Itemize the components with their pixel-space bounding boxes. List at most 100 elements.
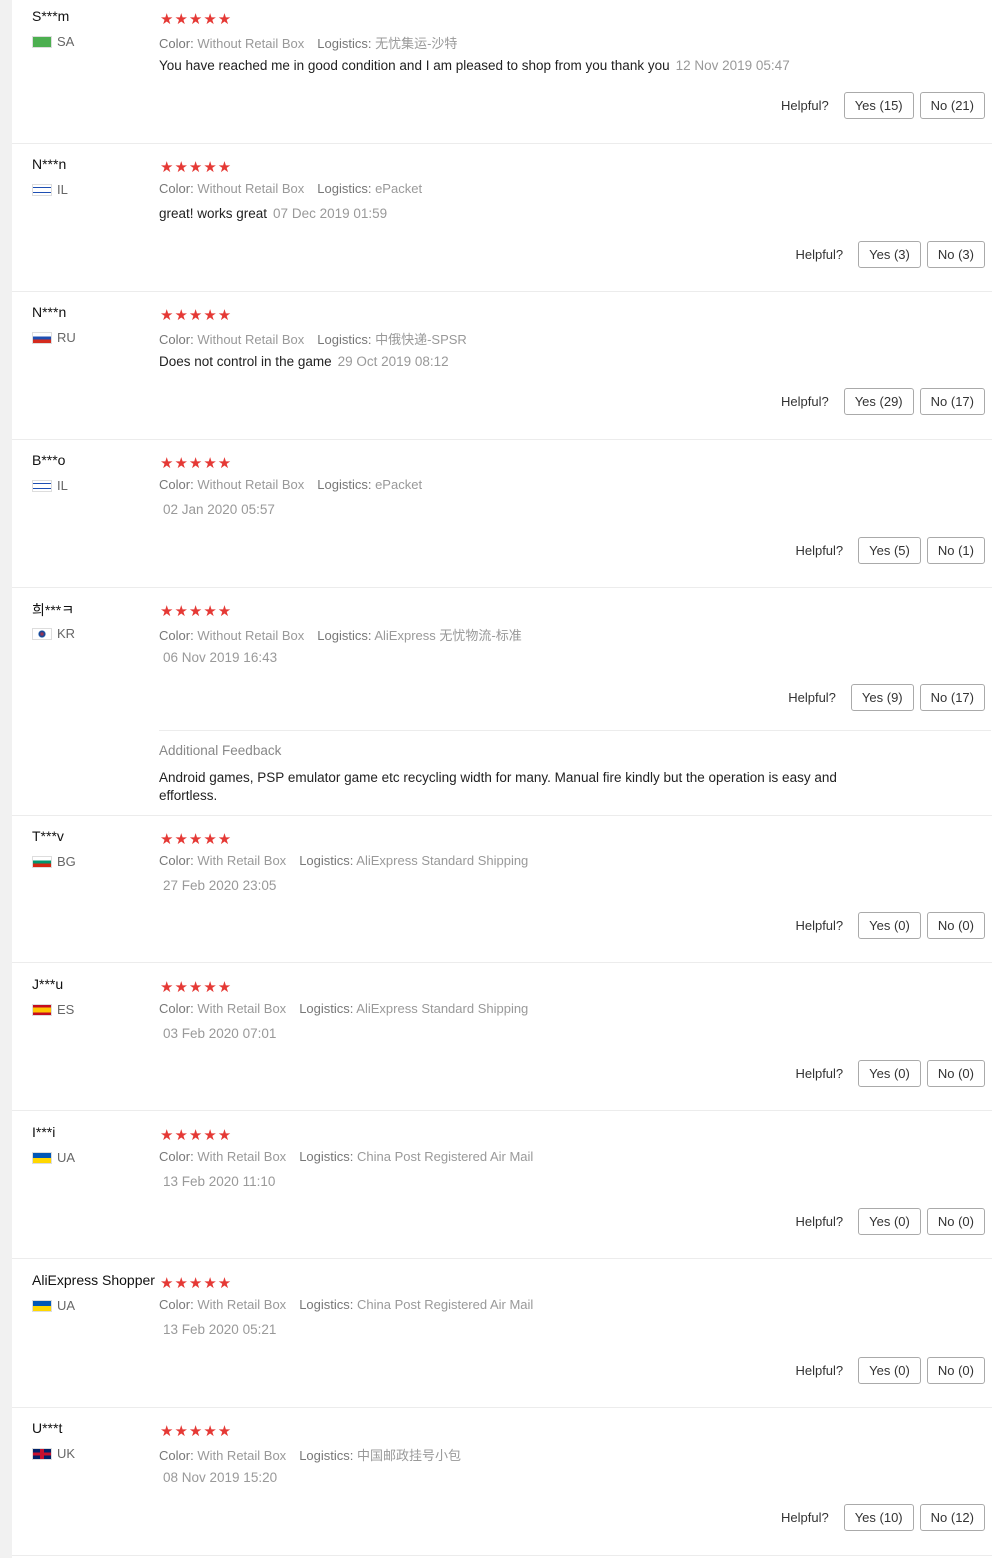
- star-rating: ★★★★★: [160, 307, 233, 324]
- helpful-yes-button[interactable]: Yes (5): [858, 537, 921, 564]
- helpful-no-button[interactable]: No (0): [926, 1357, 985, 1384]
- helpful-label: Helpful?: [795, 543, 844, 558]
- reviewer-country: ES: [32, 1002, 74, 1017]
- star-rating: ★★★★★: [160, 1127, 233, 1144]
- review-item: AliExpress Shopper UA ★★★★★ Color: With …: [12, 1264, 992, 1408]
- review-meta: Color: With Retail Box Logistics: China P…: [159, 1149, 534, 1164]
- reviewer-country: IL: [32, 478, 68, 493]
- star-rating: ★★★★★: [160, 1275, 233, 1292]
- review-date: 08 Nov 2019 15:20: [163, 1470, 278, 1485]
- helpful-yes-button[interactable]: Yes (10): [843, 1504, 914, 1531]
- helpful-controls: Helpful? Yes (0) No (0): [795, 1208, 985, 1235]
- helpful-label: Helpful?: [795, 1363, 844, 1378]
- helpful-no-button[interactable]: No (0): [926, 1060, 985, 1087]
- reviewer-name: S***m: [32, 8, 70, 24]
- flag-icon: [32, 35, 52, 48]
- reviewer-name: 희***ㅋ: [32, 602, 75, 618]
- additional-feedback: Additional Feedback Android games, PSP e…: [159, 730, 991, 805]
- review-text: You have reached me in good condition an…: [159, 58, 790, 73]
- review-text: 13 Feb 2020 05:21: [163, 1322, 276, 1337]
- review-meta: Color: With Retail Box Logistics: AliExpr…: [159, 1001, 529, 1016]
- review-meta: Color: Without Retail Box Logistics: AliE…: [159, 628, 522, 643]
- helpful-no-button[interactable]: No (21): [919, 92, 985, 119]
- helpful-yes-button[interactable]: Yes (0): [858, 1357, 921, 1384]
- review-meta: Color: Without Retail Box Logistics: 中俄快递…: [159, 332, 467, 347]
- additional-feedback-title: Additional Feedback: [159, 743, 282, 758]
- helpful-yes-button[interactable]: Yes (3): [858, 241, 921, 268]
- helpful-no-button[interactable]: No (0): [926, 912, 985, 939]
- review-meta: Color: Without Retail Box Logistics: ePac…: [159, 477, 423, 492]
- star-rating: ★★★★★: [160, 979, 233, 996]
- helpful-label: Helpful?: [781, 394, 829, 409]
- helpful-controls: Helpful? Yes (0) No (0): [795, 912, 985, 939]
- review-text: 03 Feb 2020 07:01: [163, 1026, 276, 1041]
- helpful-controls: Helpful? Yes (29) No (17): [781, 388, 985, 415]
- helpful-yes-button[interactable]: Yes (0): [858, 912, 921, 939]
- flag-icon: [32, 855, 52, 868]
- reviewer-country: BG: [32, 854, 76, 869]
- review-meta: Color: Without Retail Box Logistics: 无忧集运…: [159, 36, 458, 51]
- helpful-label: Helpful?: [795, 247, 844, 262]
- review-item: S***m SA ★★★★★ Color: Without Retail Box…: [12, 0, 992, 144]
- reviewer-name: AliExpress Shopper: [32, 1272, 155, 1288]
- review-item: T***v BG ★★★★★ Color: With Retail Box Log…: [12, 820, 992, 963]
- review-item: I***i UA ★★★★★ Color: With Retail Box Log…: [12, 1116, 992, 1259]
- review-item: N***n RU ★★★★★ Color: Without Retail Box…: [12, 296, 992, 440]
- helpful-controls: Helpful? Yes (10) No (12): [781, 1504, 985, 1531]
- review-text: Does not control in the game 29 Oct 2019 …: [159, 354, 449, 369]
- review-date: 13 Feb 2020 11:10: [163, 1174, 276, 1189]
- review-meta: Color: Without Retail Box Logistics: ePac…: [159, 181, 423, 196]
- helpful-controls: Helpful? Yes (0) No (0): [795, 1357, 985, 1384]
- flag-icon: [32, 1299, 52, 1312]
- reviewer-country: KR: [32, 626, 75, 641]
- helpful-no-button[interactable]: No (3): [926, 241, 985, 268]
- helpful-label: Helpful?: [795, 918, 844, 933]
- review-meta: Color: With Retail Box Logistics: AliExpr…: [159, 853, 529, 868]
- reviewer-country: UA: [32, 1150, 75, 1165]
- review-date: 06 Nov 2019 16:43: [163, 650, 278, 665]
- review-date: 29 Oct 2019 08:12: [337, 354, 449, 369]
- review-meta: Color: With Retail Box Logistics: 中国邮政挂号小…: [159, 1448, 462, 1463]
- helpful-label: Helpful?: [795, 1066, 844, 1081]
- flag-icon: [32, 183, 52, 196]
- flag-icon: [32, 1151, 52, 1164]
- review-text: 27 Feb 2020 23:05: [163, 878, 276, 893]
- helpful-no-button[interactable]: No (17): [919, 684, 985, 711]
- helpful-yes-button[interactable]: Yes (9): [850, 684, 914, 711]
- helpful-yes-button[interactable]: Yes (15): [843, 92, 914, 119]
- helpful-no-button[interactable]: No (0): [926, 1208, 985, 1235]
- review-date: 27 Feb 2020 23:05: [163, 878, 277, 893]
- flag-icon: [32, 1003, 52, 1016]
- helpful-controls: Helpful? Yes (9) No (17): [788, 684, 985, 711]
- helpful-yes-button[interactable]: Yes (0): [858, 1208, 921, 1235]
- review-meta: Color: With Retail Box Logistics: China P…: [159, 1297, 534, 1312]
- reviewer-name: B***o: [32, 452, 66, 468]
- reviewer-name: N***n: [32, 156, 67, 172]
- review-text: great! works great 07 Dec 2019 01:59: [159, 206, 388, 221]
- flag-icon: [32, 1447, 52, 1460]
- review-date: 13 Feb 2020 05:21: [163, 1322, 277, 1337]
- additional-feedback-text: Android games, PSP emulator game etc rec…: [159, 770, 837, 803]
- flag-icon: [32, 479, 52, 492]
- review-item: U***t UK ★★★★★ Color: With Retail Box Log…: [12, 1412, 992, 1556]
- helpful-yes-button[interactable]: Yes (0): [858, 1060, 921, 1087]
- reviewer-name: J***u: [32, 976, 64, 992]
- review-text: 13 Feb 2020 11:10: [163, 1174, 275, 1189]
- helpful-no-button[interactable]: No (12): [919, 1504, 985, 1531]
- helpful-controls: Helpful? Yes (15) No (21): [781, 92, 985, 119]
- helpful-no-button[interactable]: No (17): [919, 388, 985, 415]
- star-rating: ★★★★★: [160, 11, 233, 28]
- reviewer-country: RU: [32, 330, 76, 345]
- review-date: 03 Feb 2020 07:01: [163, 1026, 277, 1041]
- reviewer-country: IL: [32, 182, 68, 197]
- helpful-controls: Helpful? Yes (5) No (1): [795, 537, 985, 564]
- review-text: 02 Jan 2020 05:57: [163, 502, 275, 517]
- review-item: 희***ㅋ KR ★★★★★ Color: Without Retail Box…: [12, 592, 992, 816]
- review-date: 07 Dec 2019 01:59: [273, 206, 388, 221]
- helpful-no-button[interactable]: No (1): [926, 537, 985, 564]
- reviewer-country: UA: [32, 1298, 75, 1313]
- helpful-label: Helpful?: [795, 1214, 844, 1229]
- review-item: B***o IL ★★★★★ Color: Without Retail Box…: [12, 444, 992, 588]
- review-text: 06 Nov 2019 16:43: [163, 650, 277, 665]
- helpful-yes-button[interactable]: Yes (29): [843, 388, 914, 415]
